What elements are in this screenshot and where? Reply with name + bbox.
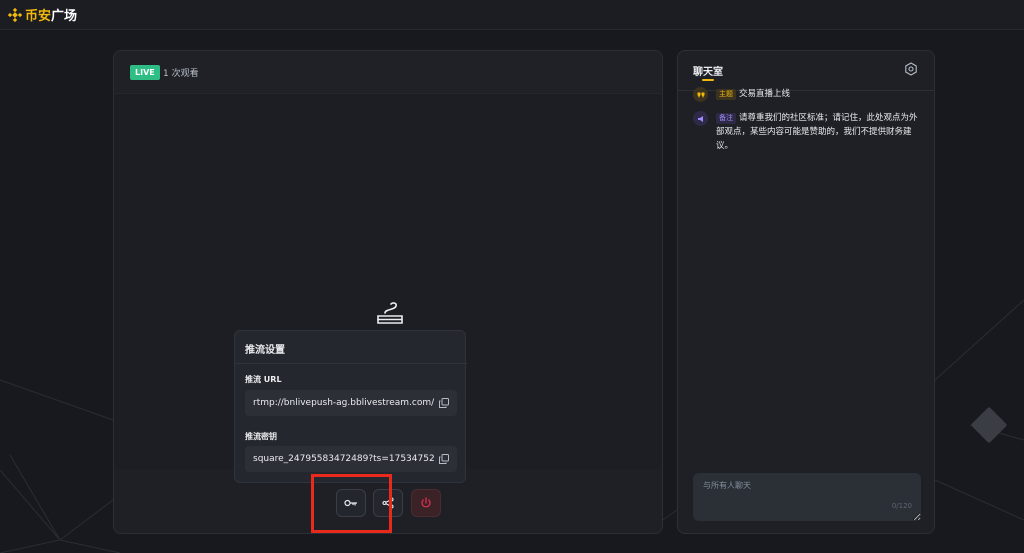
stream-idle-icon: [377, 302, 403, 324]
copy-key-icon[interactable]: [439, 454, 449, 464]
chat-panel: 聊天室 主题 交易直播上线 备注 请尊重我们的社区标准；请记住，此处观点为外部观…: [677, 50, 935, 534]
note-tag: 备注: [716, 113, 736, 124]
share-icon: [382, 497, 394, 509]
live-badge: LIVE: [130, 65, 160, 80]
brand-name: 币安广场: [25, 9, 78, 24]
chat-title-indicator: [702, 79, 714, 81]
stream-key-field[interactable]: square_24795583472489?ts=17534752: [245, 446, 457, 472]
chat-message-text: 请尊重我们的社区标准；请记住，此处观点为外部观点，某些内容可能是赞助的，我们不提…: [716, 113, 918, 151]
viewer-count: 1 次观看: [163, 69, 199, 79]
floating-diamond-decoration: [970, 406, 1008, 444]
chat-char-counter: 0/120: [891, 502, 912, 510]
stream-url-value: rtmp://bnlivepush-ag.bblivestream.com/: [253, 398, 435, 408]
stream-settings-popup: 推流设置 推流 URL rtmp://bnlivepush-ag.bblives…: [234, 330, 467, 483]
popup-divider: [235, 363, 467, 364]
stream-url-field[interactable]: rtmp://bnlivepush-ag.bblivestream.com/: [245, 390, 457, 416]
topic-tag: 主题: [716, 89, 736, 100]
stream-key-button[interactable]: [336, 489, 366, 517]
top-bar: 币安广场: [0, 0, 1024, 30]
chat-message: 备注 请尊重我们的社区标准；请记住，此处观点为外部观点，某些内容可能是赞助的，我们…: [693, 111, 923, 153]
stream-key-value: square_24795583472489?ts=17534752: [253, 454, 435, 464]
stream-key-label: 推流密钥: [245, 432, 277, 441]
binance-logo-icon: [8, 7, 22, 22]
power-icon: [421, 497, 431, 508]
key-icon: [344, 499, 357, 507]
chat-message-body: 主题 交易直播上线: [716, 87, 790, 102]
megaphone-icon: [693, 111, 708, 126]
share-button[interactable]: [373, 489, 403, 517]
chat-input[interactable]: [693, 473, 921, 521]
chat-message-text: 交易直播上线: [739, 89, 791, 99]
brand-logo[interactable]: 币安广场: [8, 5, 77, 24]
chat-message: 主题 交易直播上线: [693, 87, 923, 102]
chat-title: 聊天室: [693, 67, 723, 78]
video-header: LIVE 1 次观看: [114, 51, 662, 94]
copy-url-icon[interactable]: [439, 398, 449, 408]
app-root: 币安广场 LIVE 1 次观看 即将准备就绪！直播即将开始: [0, 0, 1024, 553]
chat-settings-icon[interactable]: [904, 62, 918, 76]
quote-icon: [693, 87, 708, 102]
stream-settings-title: 推流设置: [245, 345, 285, 356]
chat-header: 聊天室: [678, 51, 934, 91]
end-stream-button[interactable]: [411, 489, 441, 517]
chat-message-body: 备注 请尊重我们的社区标准；请记住，此处观点为外部观点，某些内容可能是赞助的，我们…: [716, 111, 923, 153]
stream-url-label: 推流 URL: [245, 375, 282, 384]
